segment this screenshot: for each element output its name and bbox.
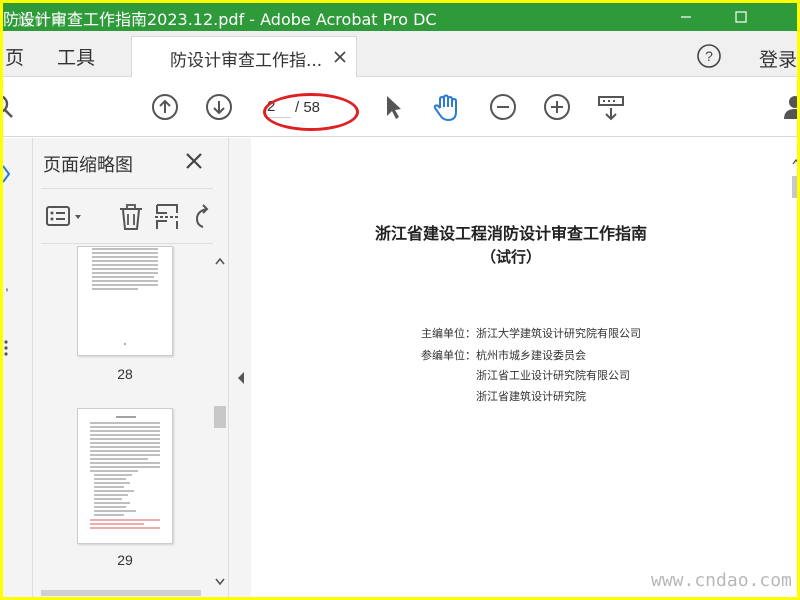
zoom-in-button[interactable] <box>543 93 571 121</box>
document-scroll-track <box>792 158 797 198</box>
select-cursor-icon <box>387 96 401 119</box>
maximize-button[interactable] <box>718 3 764 31</box>
chief-editor-label: 主编单位： <box>421 327 476 340</box>
thumbnail-number: 29 <box>117 552 133 568</box>
page-fit-icon <box>598 96 624 121</box>
page-28-preview <box>92 248 158 345</box>
thumbnail-page-29[interactable] <box>77 408 173 544</box>
main-toolbar: 2 / 58 <box>3 77 797 137</box>
zoom-out-icon <box>490 94 516 120</box>
hand-tool-button[interactable] <box>431 93 463 122</box>
zoom-out-button[interactable] <box>489 93 517 121</box>
collapse-left-icon <box>238 372 244 384</box>
thumbnail-scrollbar[interactable] <box>213 246 227 597</box>
horizontal-scrollbar[interactable] <box>41 590 201 596</box>
minimize-icon <box>681 16 691 18</box>
close-tab-button[interactable] <box>330 47 350 67</box>
user-icon <box>784 96 797 119</box>
site-logo-watermark: 造价网 <box>17 11 69 29</box>
thumbnail-toolbar <box>41 188 213 244</box>
zoom-in-icon <box>544 94 570 120</box>
annotation-ellipse <box>263 93 359 131</box>
extract-icon <box>155 204 179 229</box>
close-icon <box>186 153 202 169</box>
select-tool-button[interactable] <box>379 93 407 121</box>
help-icon: ? <box>697 44 721 68</box>
close-icon <box>334 51 346 63</box>
participant-org: 浙江省工业设计研究院有限公司 <box>476 369 630 382</box>
page-29-preview <box>90 416 160 529</box>
help-button[interactable]: ? <box>696 43 722 69</box>
thumbnail-page-28[interactable] <box>77 246 173 356</box>
options-menu-button[interactable] <box>45 203 87 231</box>
thumbnail-number: 28 <box>117 366 133 382</box>
next-page-button[interactable] <box>205 93 233 121</box>
minimize-button[interactable] <box>663 3 709 31</box>
options-list-icon <box>46 206 81 226</box>
app-window: 防设计审查工作指南2023.12.pdf - Adobe Acrobat Pro… <box>3 3 797 597</box>
participant-label: 参编单位： <box>421 349 476 362</box>
tab-tools[interactable]: 工具 <box>57 43 95 70</box>
login-link[interactable]: 登录 <box>759 45 797 72</box>
hand-tool-icon <box>433 94 457 122</box>
account-button[interactable] <box>781 93 797 121</box>
prev-page-icon <box>152 94 178 120</box>
close-panel-button[interactable] <box>183 150 205 172</box>
svg-text:?: ? <box>705 48 713 64</box>
tab-bar: 页 工具 防设计审查工作指... ? 登录 <box>3 31 797 78</box>
tab-home[interactable]: 页 <box>5 43 24 70</box>
document-title: 浙江省建设工程消防设计审查工作指南 <box>374 224 647 243</box>
document-scrollbar[interactable] <box>791 138 797 597</box>
document-subtitle: （试行） <box>480 248 541 266</box>
participant-org: 杭州市城乡建设委员会 <box>476 349 586 362</box>
previous-page-button[interactable] <box>151 93 179 121</box>
tab-document[interactable]: 防设计审查工作指... <box>131 36 357 78</box>
panel-title: 页面缩略图 <box>43 155 133 176</box>
navigation-pane-strip: , <box>3 138 33 597</box>
page-display-button[interactable] <box>597 93 627 121</box>
search-button[interactable] <box>3 93 17 121</box>
next-page-icon <box>206 94 232 120</box>
maximize-icon <box>735 11 747 23</box>
document-page[interactable]: 浙江省建设工程消防设计审查工作指南 （试行） 主编单位： 浙江大学建筑设计研究院… <box>251 138 797 597</box>
scrollbar-thumb[interactable] <box>214 406 226 428</box>
participant-org: 浙江省建筑设计研究院 <box>476 390 586 403</box>
thumbnail-list: 28 29 <box>41 246 227 597</box>
rotate-page-button[interactable] <box>193 203 213 231</box>
extract-page-button[interactable] <box>153 203 181 231</box>
collapse-panel-button[interactable] <box>229 138 251 597</box>
rotate-icon <box>195 204 209 228</box>
page-thumbnails-panel: 页面缩略图 28 29 <box>33 138 229 597</box>
document-tab-label: 防设计审查工作指... <box>170 51 323 71</box>
trash-icon <box>120 204 142 230</box>
title-bar: 防设计审查工作指南2023.12.pdf - Adobe Acrobat Pro… <box>3 3 797 31</box>
delete-page-button[interactable] <box>117 203 145 231</box>
site-watermark: www.cndao.com <box>651 570 792 591</box>
window-title: 防设计审查工作指南2023.12.pdf - Adobe Acrobat Pro… <box>3 10 437 29</box>
side-nav-icons: , <box>3 165 11 356</box>
chief-editor-org: 浙江大学建筑设计研究院有限公司 <box>476 327 641 340</box>
search-icon <box>3 95 13 118</box>
svg-text:,: , <box>5 277 9 293</box>
